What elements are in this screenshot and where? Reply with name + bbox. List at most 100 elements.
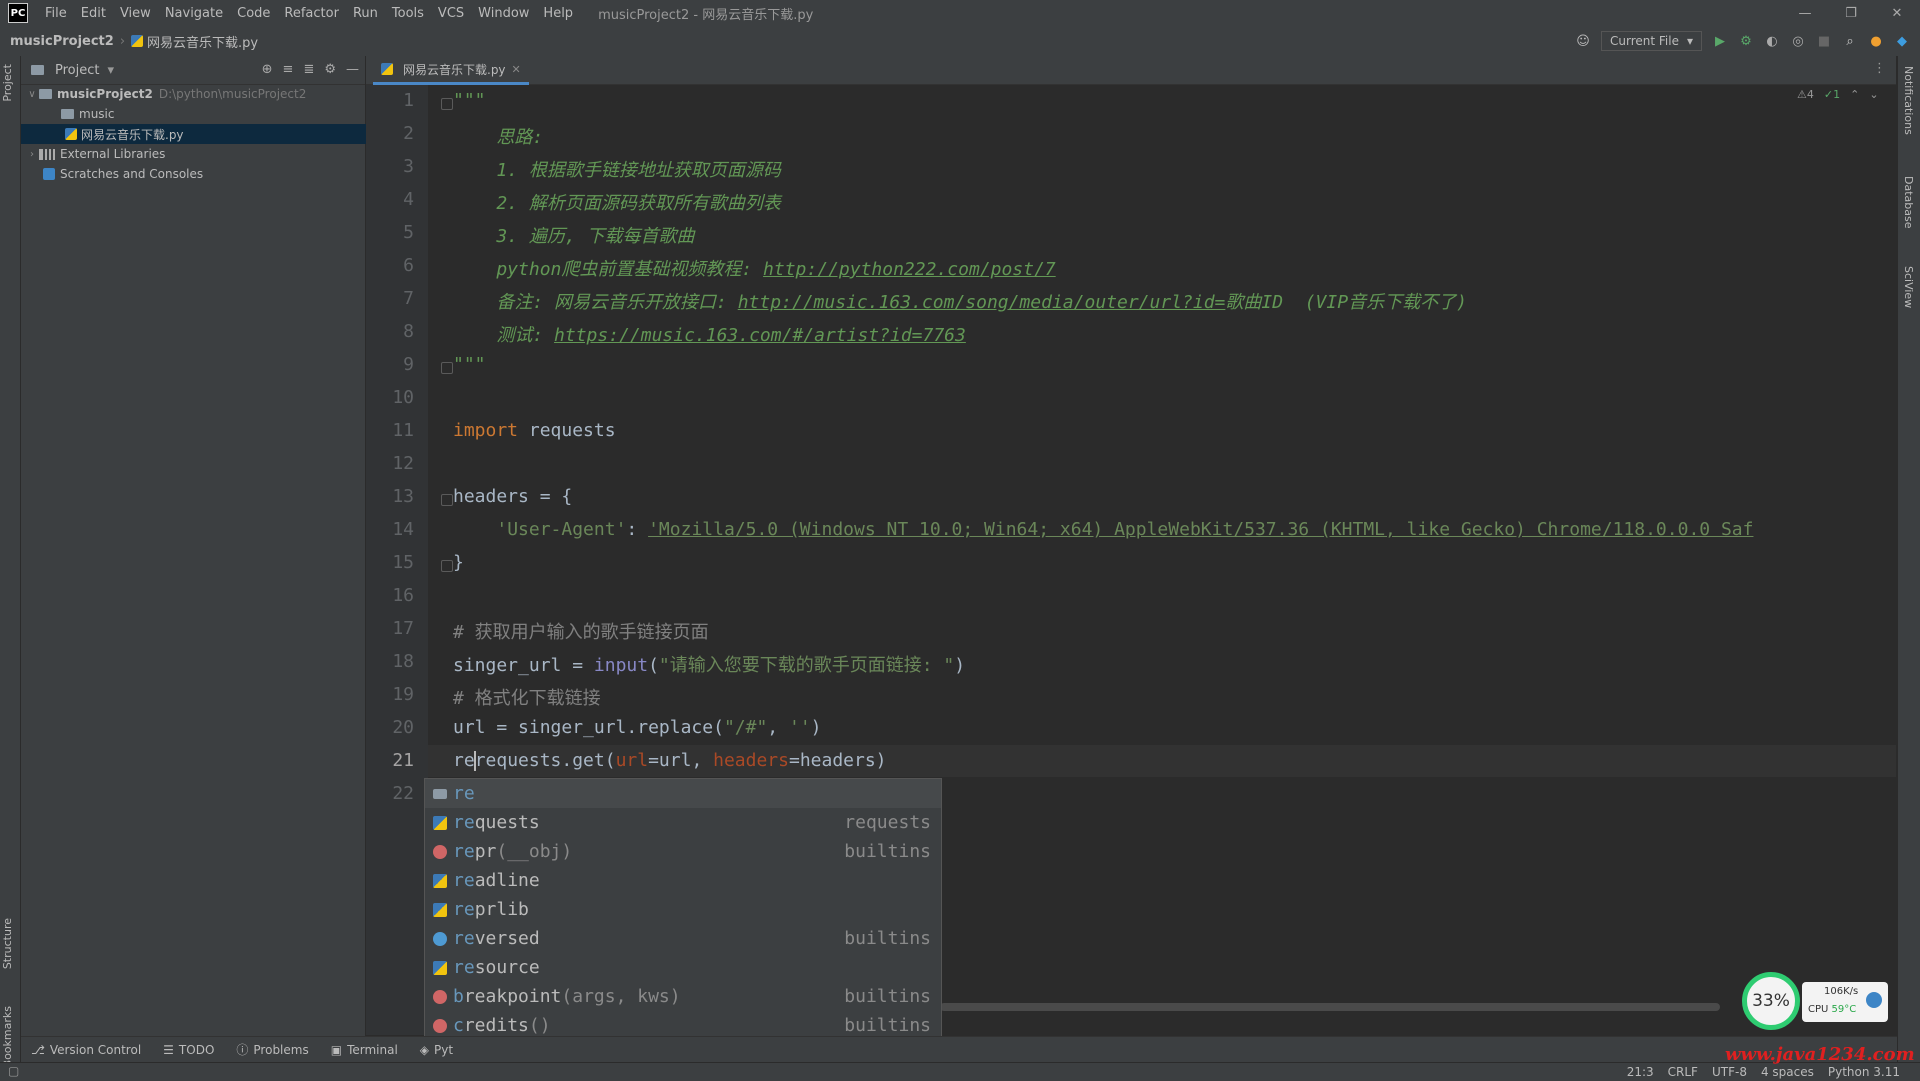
- fold-marker-icon[interactable]: [441, 494, 453, 506]
- menu-vcs[interactable]: VCS: [431, 6, 471, 21]
- layout-icon[interactable]: ▢: [8, 1064, 19, 1078]
- code-line[interactable]: """: [453, 90, 486, 111]
- todo-tab[interactable]: ☰ TODO: [163, 1043, 214, 1057]
- code-line[interactable]: }: [453, 552, 464, 573]
- code-line[interactable]: """: [453, 354, 486, 375]
- close-icon[interactable]: ✕: [512, 63, 521, 76]
- code-line[interactable]: 2. 解析页面源码获取所有歌曲列表: [453, 189, 781, 215]
- editor-tab[interactable]: 网易云音乐下载.py ✕: [373, 56, 529, 85]
- completion-item[interactable]: reprlib: [425, 895, 941, 924]
- code-line[interactable]: # 格式化下载链接: [453, 684, 601, 710]
- menu-window[interactable]: Window: [471, 6, 536, 21]
- menu-run[interactable]: Run: [346, 6, 385, 21]
- breadcrumb-file[interactable]: 网易云音乐下载.py: [147, 32, 258, 51]
- project-tool-tab[interactable]: Project: [1, 64, 14, 102]
- chevron-right-icon[interactable]: ›: [25, 149, 39, 160]
- code-line[interactable]: 备注: 网易云音乐开放接口: http://music.163.com/song…: [453, 288, 1467, 314]
- gear-icon[interactable]: ⚙: [324, 62, 336, 77]
- profile-icon[interactable]: ◎: [1790, 33, 1806, 49]
- tree-item-python-file[interactable]: 网易云音乐下载.py: [21, 124, 409, 144]
- plugin-icon[interactable]: ◆: [1894, 33, 1910, 49]
- caret-position[interactable]: 21:3: [1627, 1065, 1654, 1079]
- tree-item-scratches[interactable]: Scratches and Consoles: [21, 164, 387, 184]
- problems-tab[interactable]: ⓘ Problems: [236, 1041, 308, 1058]
- tree-item-music[interactable]: music: [21, 104, 405, 124]
- tree-item-project-root[interactable]: ∨ musicProject2 D:\python\musicProject2: [21, 84, 369, 104]
- menu-edit[interactable]: Edit: [74, 6, 113, 21]
- code-line[interactable]: rerequests.get(url=url, headers=headers): [453, 750, 887, 771]
- code-line[interactable]: 思路:: [453, 123, 543, 149]
- code-line[interactable]: 1. 根据歌手链接地址获取页面源码: [453, 156, 781, 182]
- menu-bar: PC File Edit View Navigate Code Refactor…: [0, 0, 1920, 26]
- code-line[interactable]: 测试: https://music.163.com/#/artist?id=77…: [453, 321, 966, 347]
- menu-file[interactable]: File: [38, 6, 74, 21]
- locate-icon[interactable]: ⊕: [262, 62, 273, 77]
- fold-marker-icon[interactable]: [441, 560, 453, 572]
- menu-refactor[interactable]: Refactor: [277, 6, 346, 21]
- project-view-select[interactable]: Project: [55, 63, 99, 78]
- chevron-up-icon[interactable]: ⌃: [1850, 88, 1859, 101]
- code-token: 思路:: [453, 127, 544, 148]
- chevron-down-icon[interactable]: ▾: [107, 63, 114, 78]
- menu-tools[interactable]: Tools: [385, 6, 431, 21]
- completion-item[interactable]: requests requests: [425, 808, 941, 837]
- breadcrumb-project[interactable]: musicProject2: [10, 34, 114, 49]
- debug-icon[interactable]: ⚙: [1738, 33, 1754, 49]
- menu-view[interactable]: View: [113, 6, 158, 21]
- fold-marker-icon[interactable]: [441, 362, 453, 374]
- completion-item[interactable]: reversed builtins: [425, 924, 941, 953]
- boost-icon[interactable]: [1866, 992, 1882, 1008]
- code-token: https://music.163.com/#/artist?id=7763: [554, 325, 966, 346]
- bookmarks-tool-tab[interactable]: Bookmarks: [1, 1006, 14, 1067]
- collapse-all-icon[interactable]: ≣: [303, 62, 314, 77]
- coverage-icon[interactable]: ◐: [1764, 33, 1780, 49]
- restore-button[interactable]: ❐: [1828, 0, 1874, 26]
- expand-all-icon[interactable]: ≡: [283, 62, 294, 77]
- menu-help[interactable]: Help: [536, 6, 580, 21]
- notifications-tool-tab[interactable]: Notifications: [1902, 66, 1915, 135]
- code-line[interactable]: headers = {: [453, 486, 572, 507]
- python-packages-tab[interactable]: ◈ Pyt: [420, 1043, 453, 1057]
- update-icon[interactable]: ●: [1868, 33, 1884, 49]
- code-line[interactable]: import requests: [453, 420, 616, 441]
- menu-navigate[interactable]: Navigate: [158, 6, 230, 21]
- database-tool-tab[interactable]: Database: [1902, 176, 1915, 229]
- stop-icon[interactable]: ■: [1816, 33, 1832, 49]
- close-window-button[interactable]: ✕: [1874, 0, 1920, 26]
- chevron-down-icon[interactable]: ∨: [25, 89, 39, 100]
- completion-item[interactable]: re: [425, 779, 941, 808]
- code-line[interactable]: # 获取用户输入的歌手链接页面: [453, 618, 709, 644]
- code-line[interactable]: url = singer_url.replace("/#", ''): [453, 717, 822, 738]
- menu-code[interactable]: Code: [230, 6, 277, 21]
- code-line[interactable]: 'User-Agent': 'Mozilla/5.0 (Windows NT 1…: [453, 519, 1753, 540]
- fold-marker-icon[interactable]: [441, 98, 453, 110]
- chevron-down-icon[interactable]: ⌄: [1869, 88, 1878, 101]
- interpreter[interactable]: Python 3.11: [1828, 1065, 1900, 1079]
- tree-item-external-libraries[interactable]: › External Libraries: [21, 144, 369, 164]
- user-icon[interactable]: ☺: [1575, 33, 1591, 49]
- search-icon[interactable]: ⌕: [1842, 33, 1858, 49]
- completion-item[interactable]: resource: [425, 953, 941, 982]
- minimize-button[interactable]: —: [1782, 0, 1828, 26]
- inspection-widget[interactable]: ⚠4 ✓1 ⌃ ⌄: [1797, 88, 1879, 101]
- terminal-tab[interactable]: ▣ Terminal: [331, 1043, 398, 1057]
- code-token: requests: [518, 420, 616, 441]
- code-line[interactable]: singer_url = input("请输入您要下载的歌手页面链接: "): [453, 651, 965, 677]
- completion-item[interactable]: readline: [425, 866, 941, 895]
- hide-icon[interactable]: —: [346, 62, 359, 77]
- code-line[interactable]: 3. 遍历, 下载每首歌曲: [453, 222, 694, 248]
- line-separator[interactable]: CRLF: [1668, 1065, 1698, 1079]
- structure-tool-tab[interactable]: Structure: [1, 918, 14, 969]
- indent-setting[interactable]: 4 spaces: [1761, 1065, 1814, 1079]
- more-icon[interactable]: ⋮: [1873, 61, 1886, 76]
- sciview-tool-tab[interactable]: SciView: [1902, 266, 1915, 308]
- file-encoding[interactable]: UTF-8: [1712, 1065, 1747, 1079]
- horizontal-scrollbar[interactable]: [940, 1003, 1720, 1011]
- code-line[interactable]: python爬虫前置基础视频教程: http://python222.com/p…: [453, 255, 1055, 281]
- run-icon[interactable]: ▶: [1712, 33, 1728, 49]
- completion-item[interactable]: breakpoint(args, kws) builtins: [425, 982, 941, 1011]
- version-control-tab[interactable]: ⎇ Version Control: [31, 1043, 141, 1057]
- completion-item[interactable]: repr(__obj) builtins: [425, 837, 941, 866]
- system-monitor-widget[interactable]: 33% 106K/s CPU 59°C: [1742, 972, 1890, 1030]
- run-config-select[interactable]: Current File ▾: [1601, 31, 1702, 51]
